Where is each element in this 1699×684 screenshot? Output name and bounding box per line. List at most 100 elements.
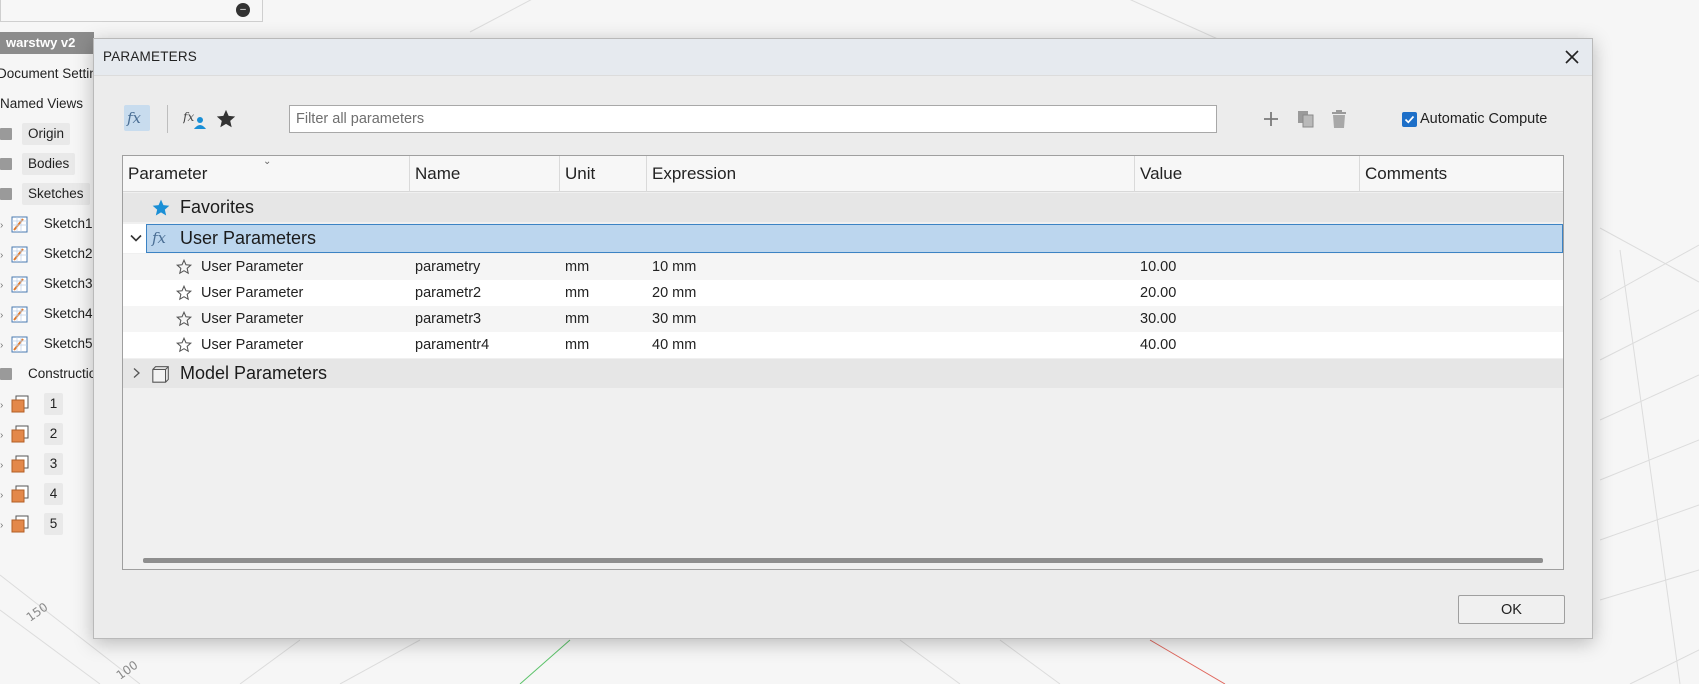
parameter-name[interactable]: paramentr4 xyxy=(415,332,489,358)
browser-item-bodies[interactable]: Bodies xyxy=(0,153,76,175)
dialog-title: PARAMETERS xyxy=(103,49,198,64)
filter-parameters-input[interactable] xyxy=(289,105,1217,133)
favorites-filter-button[interactable] xyxy=(213,106,239,132)
browser-item-named-views[interactable]: Named Views xyxy=(0,93,83,115)
parameter-type: User Parameter xyxy=(201,311,304,327)
table-row[interactable]: User Parameter parametr3 mm 30 mm 30.00 xyxy=(123,306,1563,332)
table-row[interactable]: User Parameter parametr2 mm 20 mm 20.00 xyxy=(123,280,1563,306)
checkbox-checked-icon xyxy=(1402,111,1417,127)
sort-caret-icon: ⌄ xyxy=(263,156,272,167)
favorite-toggle-star-icon[interactable] xyxy=(175,284,193,302)
group-label: User Parameters xyxy=(180,228,317,248)
column-header-label: Expression xyxy=(652,164,737,183)
parameter-unit[interactable]: mm xyxy=(565,254,589,280)
collapse-icon[interactable]: – xyxy=(236,3,250,17)
parameter-expression[interactable]: 10 mm xyxy=(652,254,696,280)
column-header-label: Comments xyxy=(1365,164,1448,183)
copy-icon xyxy=(1298,111,1314,128)
folder-icon xyxy=(0,128,12,141)
parameter-value: 20.00 xyxy=(1140,285,1177,301)
column-header-name[interactable]: Name xyxy=(410,156,560,192)
automatic-compute-checkbox[interactable]: Automatic Compute xyxy=(1402,110,1547,128)
column-header-expression[interactable]: Expression xyxy=(647,156,1135,192)
browser-item-sketch[interactable]: › Sketch3 xyxy=(0,273,93,295)
plus-icon xyxy=(1264,112,1278,126)
browser-item-sketch[interactable]: › Sketch4 xyxy=(0,303,93,325)
component-label: 1 xyxy=(43,393,64,415)
chevron-down-icon[interactable] xyxy=(129,231,143,245)
browser-item-sketch[interactable]: › Sketch1 xyxy=(0,213,93,235)
parameter-name[interactable]: parametr2 xyxy=(415,280,481,306)
browser-item-component[interactable]: › 4 xyxy=(0,483,64,505)
browser-item-sketch[interactable]: › Sketch5 xyxy=(0,333,93,355)
component-icon xyxy=(11,395,29,413)
table-row[interactable]: User Parameter parametry mm 10 mm 10.00 xyxy=(123,254,1563,280)
chevron-right-icon[interactable] xyxy=(129,366,143,380)
parameter-value: 30.00 xyxy=(1140,311,1177,327)
folder-icon xyxy=(0,158,12,171)
close-icon[interactable] xyxy=(1562,47,1582,67)
toolbar-divider xyxy=(167,105,168,133)
parameter-type: User Parameter xyxy=(201,337,304,353)
favorite-star-icon xyxy=(152,199,170,216)
sketch-icon xyxy=(11,276,28,293)
trash-icon xyxy=(1332,110,1346,128)
bodies-label: Bodies xyxy=(22,153,76,175)
ok-button[interactable]: OK xyxy=(1458,595,1565,624)
svg-text:fx: fx xyxy=(126,109,142,127)
model-box-icon xyxy=(152,366,169,383)
browser-item-origin[interactable]: Origin xyxy=(0,123,71,145)
parameter-expression[interactable]: 20 mm xyxy=(652,280,696,306)
column-header-comments[interactable]: Comments xyxy=(1360,156,1563,192)
parameter-name[interactable]: parametr3 xyxy=(415,306,481,332)
parameters-table: Parameter ⌄ Name Unit Expression Value C… xyxy=(122,155,1564,570)
folder-icon xyxy=(0,188,12,201)
dialog-titlebar[interactable]: PARAMETERS xyxy=(94,39,1592,76)
browser-item-component[interactable]: › 1 xyxy=(0,393,64,415)
favorite-toggle-star-icon[interactable] xyxy=(175,336,193,354)
component-icon xyxy=(11,425,29,443)
group-row-model-parameters[interactable]: Model Parameters xyxy=(123,359,1563,388)
delete-parameter-button[interactable] xyxy=(1326,106,1352,132)
parameter-expression[interactable]: 30 mm xyxy=(652,306,696,332)
selection-highlight xyxy=(146,224,1563,253)
sketches-label: Sketches xyxy=(22,183,90,205)
column-header-value[interactable]: Value xyxy=(1135,156,1360,192)
horizontal-scrollbar[interactable] xyxy=(143,558,1543,563)
browser-item-sketches[interactable]: Sketches xyxy=(0,183,90,205)
browser-panel: warstwy v2 Document Settings Named Views… xyxy=(0,32,111,542)
group-label: Model Parameters xyxy=(180,363,328,383)
named-views-label: Named Views xyxy=(0,96,84,111)
sketch-icon xyxy=(11,306,28,323)
add-parameter-button[interactable] xyxy=(1258,106,1284,132)
parameter-unit[interactable]: mm xyxy=(565,306,589,332)
favorite-toggle-star-icon[interactable] xyxy=(175,310,193,328)
group-row-favorites[interactable]: Favorites xyxy=(123,193,1563,222)
all-parameters-fx-button[interactable]: fx xyxy=(124,105,150,131)
browser-document-title[interactable]: warstwy v2 xyxy=(0,32,94,54)
parameter-expression[interactable]: 40 mm xyxy=(652,332,696,358)
parameters-dialog: PARAMETERS fx fx Filter all parameters A… xyxy=(93,38,1593,639)
component-label: 5 xyxy=(43,513,64,535)
browser-item-construction[interactable]: Construction xyxy=(0,363,104,385)
group-label: Favorites xyxy=(180,197,255,217)
column-header-label: Unit xyxy=(565,164,596,183)
browser-item-component[interactable]: › 2 xyxy=(0,423,64,445)
column-header-unit[interactable]: Unit xyxy=(560,156,647,192)
component-label: 4 xyxy=(43,483,64,505)
browser-item-component[interactable]: › 5 xyxy=(0,513,64,535)
favorite-toggle-star-icon[interactable] xyxy=(175,258,193,276)
column-header-parameter[interactable]: Parameter ⌄ xyxy=(123,156,410,192)
component-icon xyxy=(11,485,29,503)
parameter-type: User Parameter xyxy=(201,259,304,275)
parameter-name[interactable]: parametry xyxy=(415,254,480,280)
parameter-unit[interactable]: mm xyxy=(565,332,589,358)
parameter-type: User Parameter xyxy=(201,285,304,301)
user-parameters-filter-button[interactable]: fx xyxy=(182,106,208,132)
group-row-user-parameters[interactable]: fx User Parameters xyxy=(123,224,1563,253)
table-row[interactable]: User Parameter paramentr4 mm 40 mm 40.00 xyxy=(123,332,1563,358)
parameter-unit[interactable]: mm xyxy=(565,280,589,306)
browser-item-sketch[interactable]: › Sketch2 xyxy=(0,243,93,265)
browser-item-component[interactable]: › 3 xyxy=(0,453,64,475)
copy-parameter-button[interactable] xyxy=(1293,106,1319,132)
